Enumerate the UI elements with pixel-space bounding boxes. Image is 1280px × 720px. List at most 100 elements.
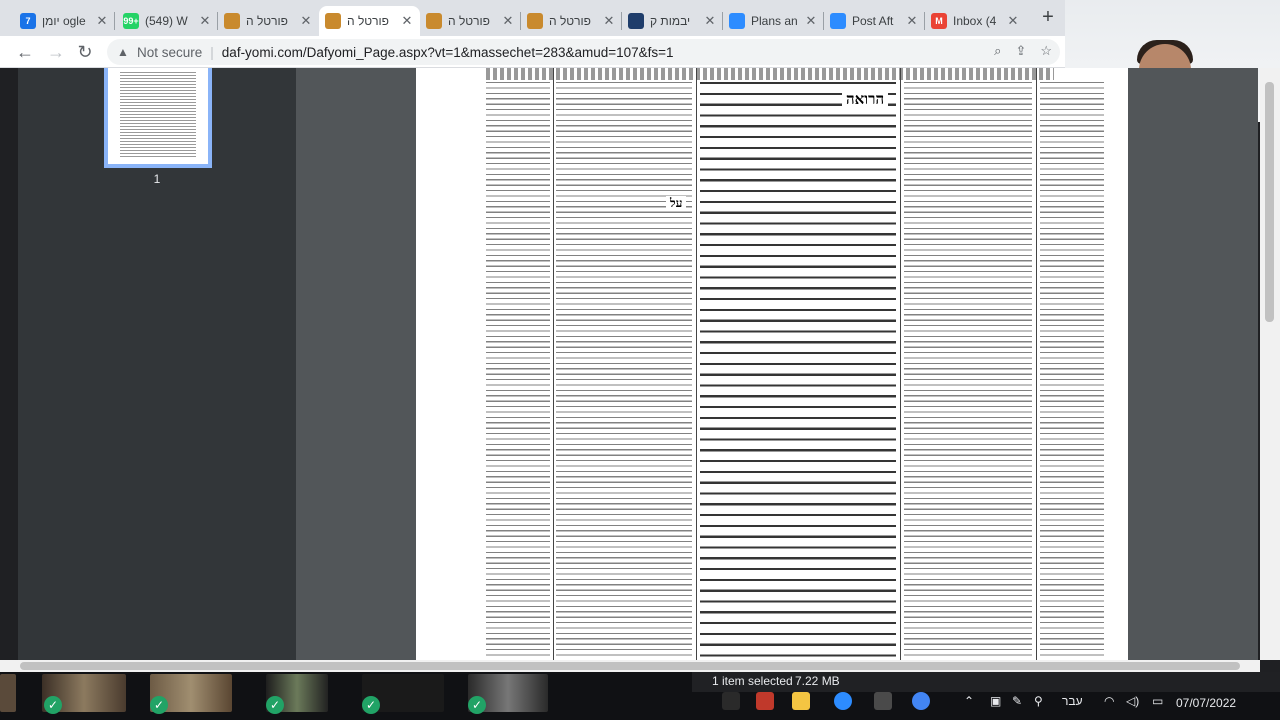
zoom-app-icon[interactable] <box>834 692 852 710</box>
rashi-column <box>904 82 1032 660</box>
file-explorer-icon[interactable] <box>792 692 810 710</box>
checkmark-icon: ✓ <box>44 696 62 714</box>
close-icon[interactable]: ✕ <box>400 13 414 29</box>
tab-title: יומן ogle <box>42 14 86 28</box>
pdf-canvas-right <box>1128 122 1248 660</box>
close-icon[interactable]: ✕ <box>501 13 515 29</box>
zoom-search-icon[interactable]: ⌕ <box>994 43 1001 59</box>
tab-separator <box>114 12 115 30</box>
column-rule <box>696 68 697 660</box>
zoom-icon <box>729 13 745 29</box>
browser-tab[interactable]: יבמות ק ✕ <box>622 6 723 36</box>
vertical-scrollbar[interactable] <box>1260 68 1280 660</box>
pin-icon[interactable]: ⚲ <box>1034 694 1043 708</box>
browser-tab[interactable]: 7 יומן ogle ✕ <box>14 6 115 36</box>
gemara-column <box>700 82 896 660</box>
scroll-thumb[interactable] <box>1265 82 1274 322</box>
screen: 7 יומן ogle ✕ 99+ (549) W ✕ פורטל ה ✕ פורטל ה ✕ פו… <box>0 0 1280 720</box>
wifi-icon[interactable]: ◠ <box>1104 694 1114 708</box>
portal-icon <box>325 13 341 29</box>
url-text: daf-yomi.com/Dafyomi_Page.aspx?vt=1&mass… <box>221 44 674 60</box>
browser-tab[interactable]: Post Aft ✕ <box>824 6 925 36</box>
chrome-icon[interactable] <box>912 692 930 710</box>
back-button[interactable]: ← <box>14 41 36 63</box>
close-icon[interactable]: ✕ <box>198 13 212 29</box>
close-icon[interactable]: ✕ <box>905 13 919 29</box>
checkmark-icon: ✓ <box>362 696 380 714</box>
scroll-thumb-horizontal[interactable] <box>20 662 1240 670</box>
column-rule <box>1036 68 1037 660</box>
column-rule <box>900 68 901 660</box>
language-indicator[interactable]: עבר <box>1062 694 1083 708</box>
tab-title: Plans an <box>751 14 798 28</box>
chevron-up-icon[interactable]: ⌃ <box>964 694 974 708</box>
forward-button[interactable]: → <box>45 41 67 63</box>
close-icon[interactable]: ✕ <box>602 13 616 29</box>
battery-icon[interactable]: ▭ <box>1152 694 1163 708</box>
new-tab-button[interactable]: + <box>1038 7 1058 28</box>
browser-toolbar: ← → ↻ ▲ Not secure | daf-yomi.com/Dafyom… <box>0 36 1065 68</box>
browser-tab[interactable]: פורטל ה ✕ <box>420 6 521 36</box>
horizontal-scrollbar[interactable] <box>0 660 1260 672</box>
tosafot-column <box>556 82 692 660</box>
security-label: Not secure <box>137 44 203 60</box>
warning-icon: ▲ <box>117 45 129 59</box>
taskbar-date[interactable]: 07/07/2022 <box>1176 696 1236 710</box>
browser-tab[interactable]: פורטל ה ✕ <box>521 6 622 36</box>
taskbar-app-icon[interactable] <box>874 692 892 710</box>
image-thumbnail[interactable] <box>0 674 16 712</box>
tab-title: Post Aft <box>852 14 894 28</box>
bookmark-star-icon[interactable]: ☆ <box>1040 43 1052 59</box>
page-header-line <box>486 68 1054 80</box>
taskbar-app-icon[interactable] <box>722 692 740 710</box>
close-icon[interactable]: ✕ <box>95 13 109 29</box>
tab-title: פורטל ה <box>549 14 591 28</box>
address-bar[interactable]: ▲ Not secure | daf-yomi.com/Dafyomi_Page… <box>107 39 1060 65</box>
tosafot-heading: על <box>666 196 687 211</box>
close-icon[interactable]: ✕ <box>804 13 818 29</box>
share-icon[interactable]: ⇪ <box>1015 43 1026 59</box>
browser-tab[interactable]: פורטל ה ✕ <box>218 6 319 36</box>
tray-icon[interactable]: ✎ <box>1012 694 1022 708</box>
page-thumbnail[interactable] <box>104 68 212 168</box>
calendar-icon: 7 <box>20 13 36 29</box>
tab-title: פורטל ה <box>246 14 288 28</box>
thumbnail-text <box>120 72 196 158</box>
tab-title: פורטל ה <box>448 14 490 28</box>
reload-button[interactable]: ↻ <box>74 41 96 63</box>
close-icon[interactable]: ✕ <box>299 13 313 29</box>
portal-icon <box>426 13 442 29</box>
divider: | <box>210 44 214 60</box>
checkmark-icon: ✓ <box>468 696 486 714</box>
pdf-thumbnail-sidebar: 1 <box>18 68 296 660</box>
margin-notes-left <box>486 82 550 660</box>
omnibox-icons: ⌕ ⇪ ☆ <box>994 43 1052 59</box>
tray-icon[interactable]: ▣ <box>990 694 1001 708</box>
zoom-icon <box>830 13 846 29</box>
pdf-page: הרואה על <box>416 68 1128 660</box>
portal-icon <box>527 13 543 29</box>
tab-title: (549) W <box>145 14 188 28</box>
selection-status: 1 item selected <box>712 674 793 688</box>
checkmark-icon: ✓ <box>266 696 284 714</box>
browser-tab[interactable]: פורטל ה ✕ <box>319 6 420 36</box>
thumbnail-page-number: 1 <box>153 172 161 186</box>
close-icon[interactable]: ✕ <box>703 13 717 29</box>
tab-title: פורטל ה <box>347 14 389 28</box>
column-rule <box>553 68 554 660</box>
browser-tab[interactable]: M Inbox (4 ✕ <box>925 6 1026 36</box>
portal-icon <box>224 13 240 29</box>
checkmark-icon: ✓ <box>150 696 168 714</box>
close-icon[interactable]: ✕ <box>1006 13 1020 29</box>
tab-title: Inbox (4 <box>953 14 997 28</box>
section-heading: הרואה <box>842 90 889 109</box>
browser-tab[interactable]: Plans an ✕ <box>723 6 824 36</box>
book-icon <box>628 13 644 29</box>
acrobat-icon[interactable] <box>756 692 774 710</box>
gmail-icon: M <box>931 13 947 29</box>
margin-notes-right <box>1040 82 1104 660</box>
tab-title: יבמות ק <box>650 14 691 28</box>
browser-tab[interactable]: 99+ (549) W ✕ <box>117 6 218 36</box>
whatsapp-icon: 99+ <box>123 13 139 29</box>
volume-icon[interactable]: ◁) <box>1126 694 1139 708</box>
